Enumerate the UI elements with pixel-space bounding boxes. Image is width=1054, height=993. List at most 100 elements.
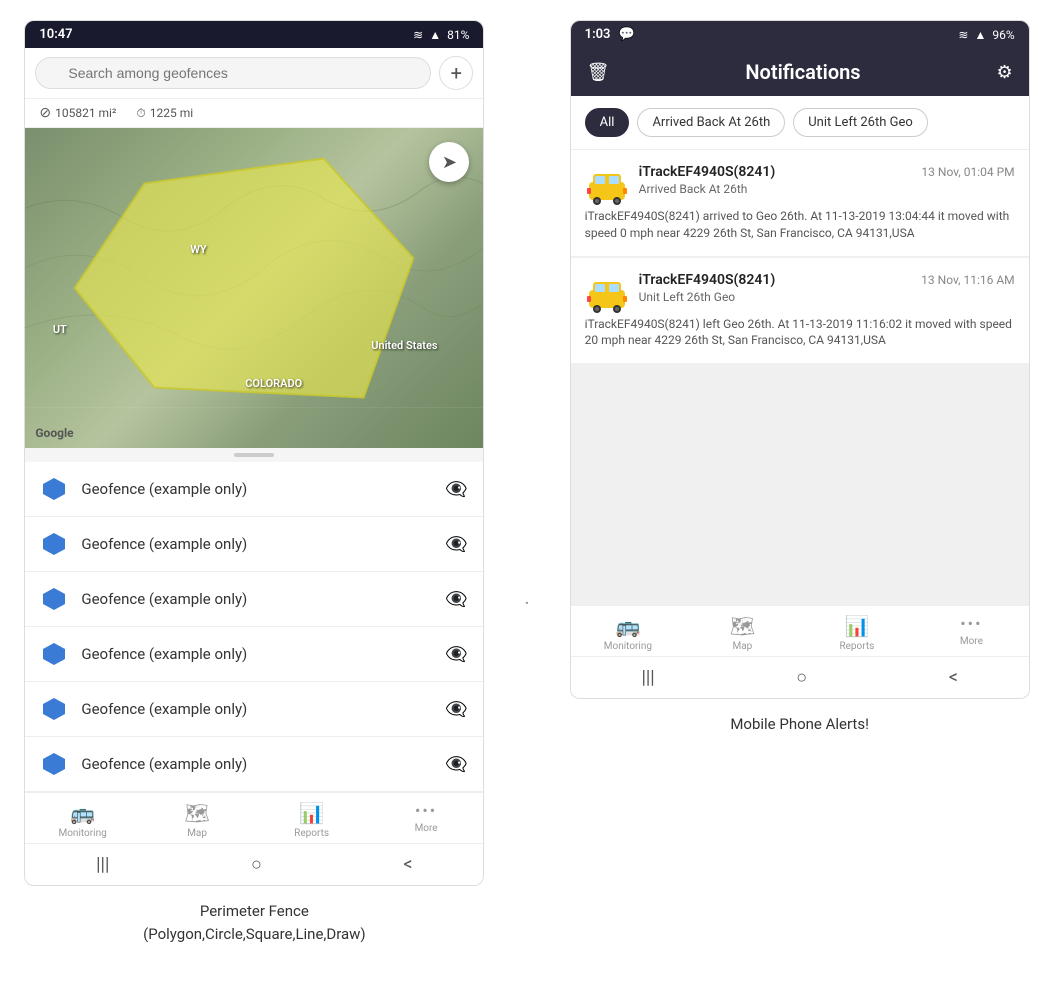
phone-nav-buttons: ||| ○ < xyxy=(25,843,483,885)
recent-apps-button[interactable]: ||| xyxy=(96,854,109,875)
notification-card[interactable]: iTrackEF4940S(8241) 13 Nov, 01:04 PM Arr… xyxy=(571,150,1029,256)
notification-detail: iTrackEF4940S(8241) left Geo 26th. At 11… xyxy=(585,316,1015,350)
map-label: Map xyxy=(187,828,207,839)
left-wifi-icon: ≋ xyxy=(413,28,423,42)
delete-icon[interactable]: 🗑 xyxy=(587,62,610,83)
area-stat: ⊘ 105821 mi² xyxy=(39,105,116,121)
nav-reports[interactable]: 📊 Reports xyxy=(254,801,369,839)
geofence-list: Geofence (example only) 👁‍🗨 Geofence (ex… xyxy=(25,462,483,792)
search-input[interactable] xyxy=(35,57,431,89)
car-avatar xyxy=(585,272,629,316)
left-phone: 10:47 ≋ ▲ 81% 🔍 + ⊘ 105821 mi² ⏱ 1225 m xyxy=(24,20,484,886)
map-label: Map xyxy=(732,641,752,652)
event-name: Arrived Back At 26th xyxy=(639,182,1015,196)
tab-arrived[interactable]: Arrived Back At 26th xyxy=(637,108,785,137)
reports-icon: 📊 xyxy=(299,801,324,825)
list-item[interactable]: Geofence (example only) 👁‍🗨 xyxy=(25,627,483,682)
nav-more[interactable]: ••• More xyxy=(914,614,1029,652)
map-view[interactable]: WY COLORADO United States UT ➤ Google xyxy=(25,128,483,448)
list-item[interactable]: Geofence (example only) 👁‍🗨 xyxy=(25,462,483,517)
geofence-label: Geofence (example only) xyxy=(81,755,431,773)
monitoring-label: Monitoring xyxy=(604,641,652,652)
monitoring-label: Monitoring xyxy=(58,828,106,839)
monitoring-icon: 🚌 xyxy=(70,801,95,825)
home-button[interactable]: ○ xyxy=(251,854,262,875)
list-item[interactable]: Geofence (example only) 👁‍🗨 xyxy=(25,737,483,792)
distance-icon: ⏱ xyxy=(136,106,145,121)
map-label-ut: UT xyxy=(53,323,67,336)
header-left-icons: 🗑 xyxy=(587,62,610,83)
geofence-icon xyxy=(41,586,67,612)
geofence-label: Geofence (example only) xyxy=(81,645,431,663)
more-icon: ••• xyxy=(415,801,437,820)
settings-icon[interactable]: ⚙ xyxy=(997,62,1013,83)
geofence-icon xyxy=(41,531,67,557)
visibility-icon[interactable]: 👁‍🗨 xyxy=(445,699,467,720)
divider: . xyxy=(524,385,529,609)
home-button[interactable]: ○ xyxy=(796,667,807,688)
list-item[interactable]: Geofence (example only) 👁‍🗨 xyxy=(25,682,483,737)
stats-bar: ⊘ 105821 mi² ⏱ 1225 mi xyxy=(25,99,483,128)
map-label-us: United States xyxy=(371,339,437,352)
right-caption: Mobile Phone Alerts! xyxy=(720,699,879,736)
nav-more[interactable]: ••• More xyxy=(369,801,484,839)
back-button[interactable]: < xyxy=(949,667,958,688)
left-battery: 81% xyxy=(447,28,469,42)
right-phone-nav-buttons: ||| ○ < xyxy=(571,656,1029,698)
nav-map[interactable]: 🗺 Map xyxy=(685,614,800,652)
right-wifi-icon: ≋ xyxy=(958,28,968,42)
tab-all[interactable]: All xyxy=(585,108,630,137)
list-item[interactable]: Geofence (example only) 👁‍🗨 xyxy=(25,572,483,627)
nav-monitoring[interactable]: 🚌 Monitoring xyxy=(25,801,140,839)
map-icon: 🗺 xyxy=(730,614,755,638)
empty-area xyxy=(571,365,1029,605)
visibility-icon[interactable]: 👁‍🗨 xyxy=(445,644,467,665)
right-time: 1:03 xyxy=(585,27,611,42)
notification-meta: iTrackEF4940S(8241) 13 Nov, 11:16 AM Uni… xyxy=(639,272,1015,310)
visibility-icon[interactable]: 👁‍🗨 xyxy=(445,754,467,775)
area-icon: ⊘ xyxy=(39,105,51,121)
notification-time: 13 Nov, 11:16 AM xyxy=(921,273,1014,287)
back-button[interactable]: < xyxy=(403,854,412,875)
car-avatar xyxy=(585,164,629,208)
geofence-label: Geofence (example only) xyxy=(81,480,431,498)
list-item[interactable]: Geofence (example only) 👁‍🗨 xyxy=(25,517,483,572)
geofence-icon xyxy=(41,641,67,667)
nav-map[interactable]: 🗺 Map xyxy=(140,801,255,839)
notification-card[interactable]: iTrackEF4940S(8241) 13 Nov, 11:16 AM Uni… xyxy=(571,258,1029,364)
add-geofence-button[interactable]: + xyxy=(439,56,473,90)
geofence-icon xyxy=(41,696,67,722)
geofence-icon xyxy=(41,476,67,502)
more-label: More xyxy=(960,636,983,647)
google-watermark: Google xyxy=(35,426,73,440)
filter-tabs: All Arrived Back At 26th Unit Left 26th … xyxy=(571,96,1029,150)
visibility-icon[interactable]: 👁‍🗨 xyxy=(445,589,467,610)
nav-reports[interactable]: 📊 Reports xyxy=(800,614,915,652)
left-signal-icon: ▲ xyxy=(429,28,441,42)
geofence-label: Geofence (example only) xyxy=(81,535,431,553)
reports-label: Reports xyxy=(294,828,329,839)
visibility-icon[interactable]: 👁‍🗨 xyxy=(445,534,467,555)
right-bottom-nav: 🚌 Monitoring 🗺 Map 📊 Reports ••• More xyxy=(571,605,1029,656)
recent-apps-button[interactable]: ||| xyxy=(641,667,654,688)
notification-detail: iTrackEF4940S(8241) arrived to Geo 26th.… xyxy=(585,208,1015,242)
notification-time: 13 Nov, 01:04 PM xyxy=(921,165,1014,179)
search-wrapper: 🔍 xyxy=(35,57,431,89)
left-caption: Perimeter Fence (Polygon,Circle,Square,L… xyxy=(133,886,376,945)
monitoring-icon: 🚌 xyxy=(615,614,640,638)
geofence-label: Geofence (example only) xyxy=(81,590,431,608)
distance-stat: ⏱ 1225 mi xyxy=(136,106,193,121)
left-time: 10:47 xyxy=(39,27,72,42)
tab-left[interactable]: Unit Left 26th Geo xyxy=(793,108,928,137)
notifications-header: 🗑 Notifications ⚙ xyxy=(571,48,1029,96)
map-label-co: COLORADO xyxy=(245,377,302,390)
more-icon: ••• xyxy=(960,614,982,633)
map-label-wy: WY xyxy=(190,243,206,256)
bottom-nav: 🚌 Monitoring 🗺 Map 📊 Reports ••• More xyxy=(25,792,483,843)
nav-monitoring[interactable]: 🚌 Monitoring xyxy=(571,614,686,652)
visibility-icon[interactable]: 👁‍🗨 xyxy=(445,479,467,500)
map-icon: 🗺 xyxy=(184,801,209,825)
right-signal-icon: ▲ xyxy=(974,28,986,42)
reports-label: Reports xyxy=(839,641,874,652)
chat-icon: 💬 xyxy=(618,27,634,42)
